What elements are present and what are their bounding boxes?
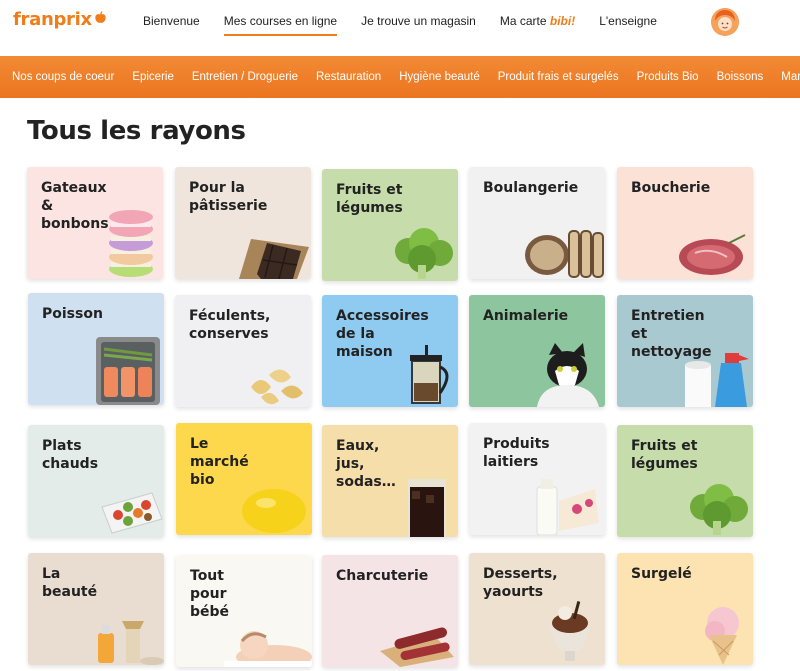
tile-label: Animalerie [483,308,569,324]
logo-text: franprix [13,9,92,30]
baby-icon [224,631,312,667]
tile-entretien-nettoyage[interactable]: Entretien et nettoyage [617,295,753,407]
tile-label: Boulangerie [483,180,579,196]
account-icon [711,8,739,36]
tile-surgele[interactable]: Surgelé [617,553,753,665]
tile-label: Plats chauds [42,438,99,472]
tile-label: Boucherie [631,180,711,196]
apple-icon [95,11,106,23]
sundae-icon [549,601,591,661]
tile-label: Tout pour bébé [190,568,230,620]
broccoli-icon [395,228,453,279]
user-avatar[interactable] [711,8,739,36]
tile-produits-laitiers[interactable]: Produits laitiers [469,423,605,535]
chocolate-icon [239,239,309,279]
tile-accessoires-maison[interactable]: Accessoires de la maison [322,295,458,407]
tile-label: Surgelé [631,566,692,582]
beauty-products-icon [98,621,164,665]
tile-label: Eaux, jus, sodas… [336,438,396,490]
tile-label: Produits laitiers [483,436,550,470]
tile-charcuterie[interactable]: Charcuterie [322,555,458,667]
category-produits-bio[interactable]: Produits Bio [637,71,699,83]
tile-label: Le marché bio [190,436,249,488]
tile-label: Fruits et légumes [631,438,698,472]
bread-icon [525,230,604,278]
nav-enseigne[interactable]: L'enseigne [599,14,657,36]
tile-label: Pour la pâtisserie [189,180,268,214]
lemon-icon [242,489,306,533]
tile-plats-chauds[interactable]: Plats chauds [28,425,164,537]
nav-mes-courses[interactable]: Mes courses en ligne [223,14,338,36]
pasta-icon [251,369,303,405]
tile-eaux-jus-sodas[interactable]: Eaux, jus, sodas… [322,425,458,537]
tile-label: Poisson [42,306,103,322]
dairy-icon [536,479,599,535]
top-navigation: Bienvenue Mes courses en ligne Je trouve… [143,14,681,36]
tile-label: Fruits et légumes [336,182,403,216]
category-entretien-droguerie[interactable]: Entretien / Droguerie [192,71,298,83]
tile-fruits-legumes[interactable]: Fruits et légumes [322,169,458,281]
nav-carte-bibi[interactable]: Ma carte bibi! [500,14,575,36]
tile-la-beaute[interactable]: La beauté [28,553,164,665]
category-marche-frais[interactable]: Marché frais [781,71,800,83]
hot-dish-icon [101,492,163,534]
tile-tout-pour-bebe[interactable]: Tout pour bébé [176,555,312,667]
category-restauration[interactable]: Restauration [316,71,381,83]
tile-feculents-conserves[interactable]: Féculents, conserves [175,295,311,407]
tile-label: La beauté [42,566,98,600]
nav-trouver-magasin[interactable]: Je trouve un magasin [361,14,476,36]
category-epicerie[interactable]: Epicerie [132,71,174,83]
bibi-brand: bibi! [549,14,576,28]
tile-label: Charcuterie [336,568,429,584]
category-boissons[interactable]: Boissons [717,71,764,83]
nav-bienvenue[interactable]: Bienvenue [143,14,200,36]
tile-label: Desserts, yaourts [483,566,558,600]
tile-fruits-legumes-2[interactable]: Fruits et légumes [617,425,753,537]
tile-desserts-yaourts[interactable]: Desserts, yaourts [469,553,605,665]
nav-carte-label: Ma carte [499,14,550,28]
tile-patisserie[interactable]: Pour la pâtisserie [175,167,311,279]
broccoli-icon [690,484,748,535]
category-coups-de-coeur[interactable]: Nos coups de coeur [12,71,114,83]
tile-label: Entretien et nettoyage [631,308,712,360]
salmon-tray-icon [96,337,160,405]
tile-animalerie[interactable]: Animalerie [469,295,605,407]
category-hygiene-beaute[interactable]: Hygiène beauté [399,71,480,83]
cat-icon [537,343,599,407]
tile-marche-bio[interactable]: Le marché bio [176,423,312,535]
steak-icon [679,234,746,275]
tile-gateaux-bonbons[interactable]: Gateaux & bonbons [27,167,163,279]
tile-label: Gateaux & bonbons [41,180,109,232]
category-produit-frais-surgeles[interactable]: Produit frais et surgelés [498,71,619,83]
page-title: Tous les rayons [27,116,246,146]
tile-boulangerie[interactable]: Boulangerie [469,167,605,279]
tile-label: Féculents, conserves [189,308,271,342]
category-bar: Nos coups de coeur Epicerie Entretien / … [0,56,800,98]
sausage-icon [380,627,454,667]
tile-label: Accessoires de la maison [336,308,429,360]
site-header: franprix Bienvenue Mes courses en ligne … [0,0,800,56]
tile-boucherie[interactable]: Boucherie [617,167,753,279]
franprix-logo[interactable]: franprix [13,9,107,30]
ice-cream-icon [705,607,739,665]
tile-poisson[interactable]: Poisson [28,293,164,405]
